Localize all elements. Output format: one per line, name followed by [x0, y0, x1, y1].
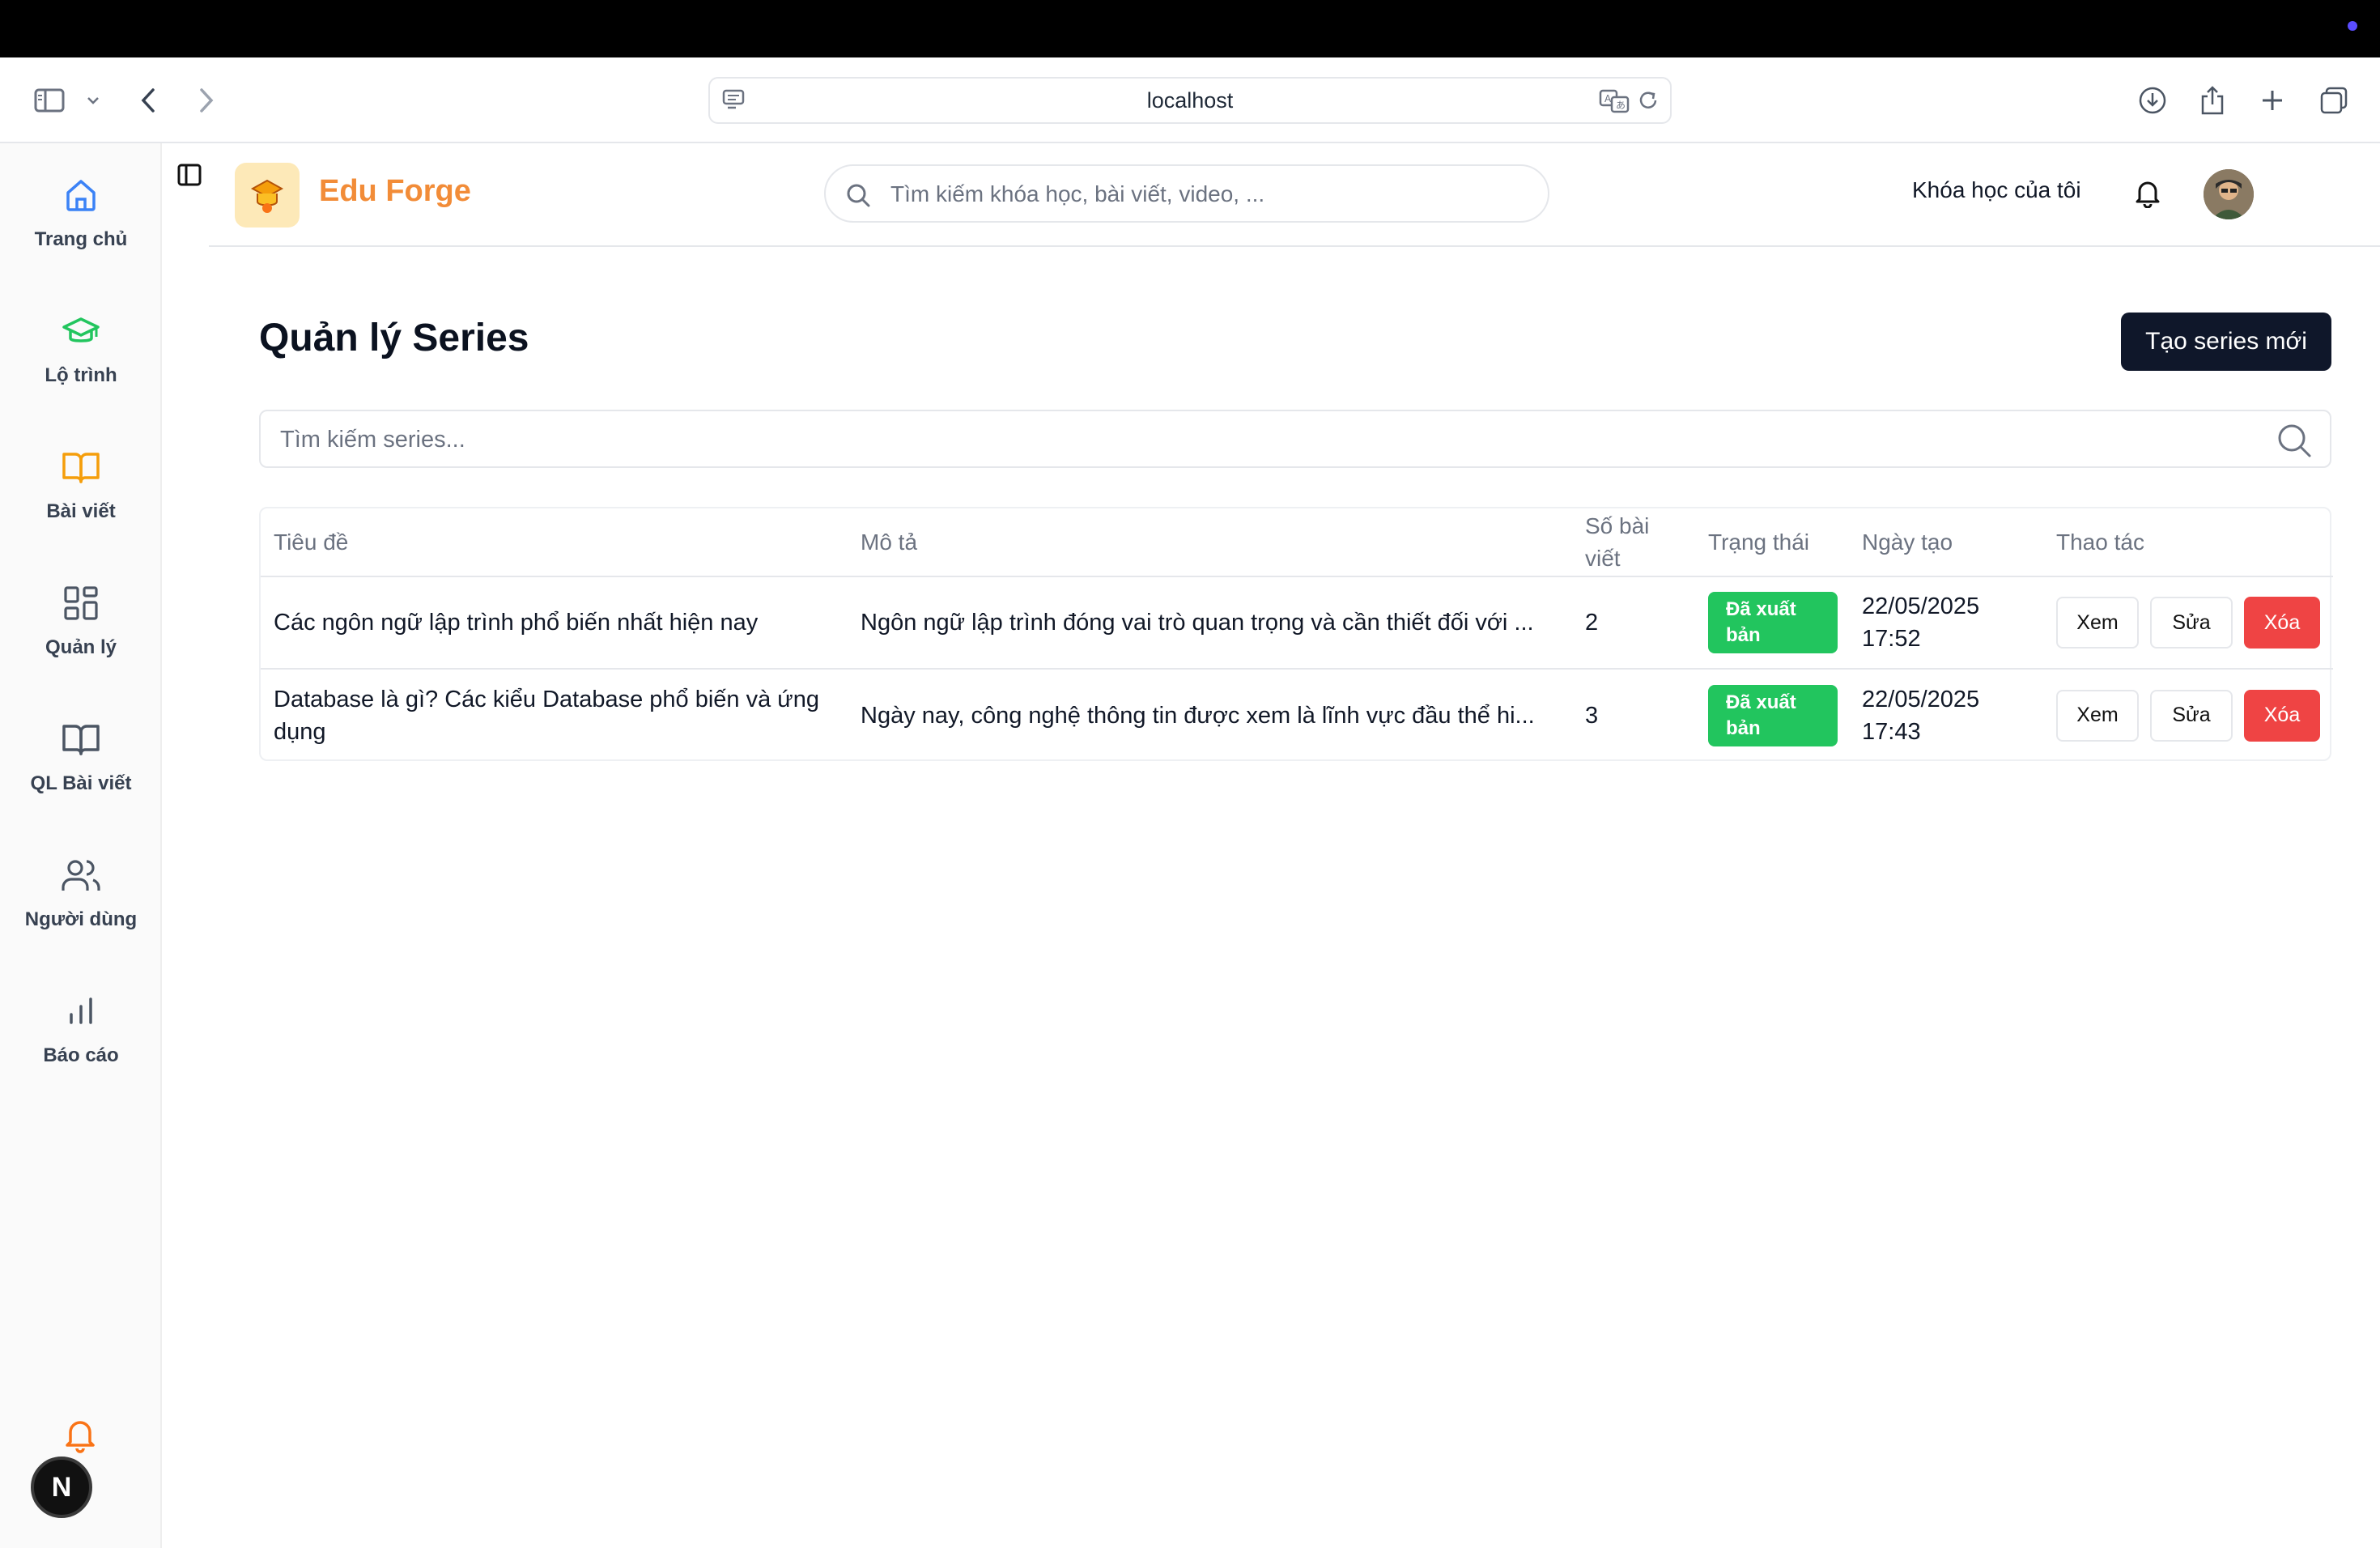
delete-button[interactable]: Xóa: [2244, 597, 2320, 649]
series-description: Ngày nay, công nghệ thông tin được xem l…: [861, 702, 1535, 729]
global-search-input[interactable]: [890, 174, 1522, 215]
status-badge: Đã xuất bản: [1708, 592, 1838, 653]
column-header-description: Mô tả: [848, 508, 1572, 577]
view-button[interactable]: Xem: [2056, 689, 2139, 742]
sidebar-item-home[interactable]: Trang chủ: [0, 173, 162, 287]
search-icon[interactable]: [2276, 423, 2312, 462]
series-table: Tiêu đề Mô tả Số bài viết Trạng thái Ngà…: [259, 507, 2333, 761]
top-header: Edu Forge Khóa học của tôi: [209, 143, 2380, 247]
series-search[interactable]: [259, 410, 2331, 468]
series-title: Các ngôn ngữ lập trình phổ biến nhất hiệ…: [261, 576, 848, 670]
table-row: Database là gì? Các kiểu Database phổ bi…: [261, 669, 2333, 761]
sidebar-item-users[interactable]: Người dùng: [0, 853, 162, 967]
created-date-cell: 22/05/2025 17:43: [1849, 669, 2043, 761]
edit-button[interactable]: Sửa: [2150, 689, 2233, 742]
address-bar[interactable]: localhost Aあ: [708, 77, 1672, 124]
column-header-status: Trạng thái: [1695, 508, 1849, 577]
created-date: 22/05/2025: [1862, 686, 1980, 712]
grid-icon: [59, 581, 103, 625]
forward-icon[interactable]: [185, 79, 228, 122]
notification-icon[interactable]: [2134, 179, 2161, 212]
table-header-row: Tiêu đề Mô tả Số bài viết Trạng thái Ngà…: [261, 508, 2333, 577]
series-description: Ngôn ngữ lập trình đóng vai trò quan trọ…: [848, 576, 1572, 670]
sidebar-toggle-icon[interactable]: [28, 79, 71, 122]
sidebar-item-roadmap[interactable]: Lộ trình: [0, 309, 162, 423]
created-date-cell: 22/05/2025 17:52: [1849, 576, 2043, 670]
chevron-down-icon[interactable]: [73, 79, 113, 122]
delete-button[interactable]: Xóa: [2244, 689, 2320, 742]
global-search[interactable]: [824, 164, 1549, 223]
share-icon[interactable]: [2191, 79, 2234, 122]
book-icon: [59, 717, 103, 761]
status-badge: Đã xuất bản: [1708, 684, 1838, 746]
browser-toolbar: localhost Aあ: [0, 57, 2380, 143]
table-row: Các ngôn ngữ lập trình phổ biến nhất hiệ…: [261, 576, 2333, 670]
reload-icon[interactable]: [1636, 88, 1660, 117]
sidebar-item-label: Trang chủ: [34, 228, 128, 250]
bar-chart-icon: [59, 989, 103, 1033]
sidebar-item-label: Bài viết: [46, 500, 116, 522]
series-search-input[interactable]: [280, 421, 2255, 458]
sidebar-item-label: Lộ trình: [45, 364, 117, 386]
series-title: Database là gì? Các kiểu Database phổ bi…: [274, 686, 819, 745]
book-open-icon: [59, 445, 103, 489]
article-count: 3: [1585, 702, 1599, 729]
status-cell: Đã xuất bản: [1695, 669, 1849, 761]
view-button[interactable]: Xem: [2056, 597, 2139, 649]
menu-bar: [0, 0, 2380, 57]
created-date: 22/05/2025: [1862, 593, 1980, 619]
home-icon: [59, 173, 103, 217]
graduation-cap-icon: [59, 309, 103, 353]
notification-bell-icon[interactable]: [62, 1416, 98, 1457]
page-title: Quản lý Series: [259, 317, 529, 359]
actions-cell: Xem Sửa Xóa: [2043, 669, 2333, 761]
sidebar-item-article-management[interactable]: QL Bài viết: [0, 717, 162, 831]
status-cell: Đã xuất bản: [1695, 576, 1849, 670]
sidebar: Trang chủ Lộ trình Bài viết Quản lý QL B…: [0, 143, 162, 1548]
new-tab-icon[interactable]: [2250, 79, 2294, 122]
column-header-created-date: Ngày tạo: [1849, 508, 2043, 577]
dev-tools-badge[interactable]: N: [31, 1457, 92, 1518]
actions-cell: Xem Sửa Xóa: [2043, 576, 2333, 670]
column-header-article-count: Số bài viết: [1572, 508, 1695, 577]
translate-icon[interactable]: Aあ: [1599, 87, 1630, 117]
status-dot-icon: [2348, 21, 2357, 31]
tab-overview-icon[interactable]: [2312, 79, 2356, 122]
my-courses-link[interactable]: Khóa học của tôi: [1912, 177, 2081, 203]
brand-logo[interactable]: [235, 163, 300, 228]
svg-text:あ: あ: [1616, 100, 1626, 111]
column-header-title: Tiêu đề: [261, 508, 848, 577]
sidebar-item-label: Báo cáo: [43, 1044, 119, 1066]
edit-button[interactable]: Sửa: [2150, 597, 2233, 649]
sidebar-item-management[interactable]: Quản lý: [0, 581, 162, 695]
svg-text:A: A: [1604, 93, 1612, 104]
avatar[interactable]: [2204, 169, 2254, 219]
created-time: 17:52: [1862, 626, 1921, 652]
created-time: 17:43: [1862, 718, 1921, 745]
sidebar-item-articles[interactable]: Bài viết: [0, 445, 162, 559]
search-icon: [845, 182, 871, 212]
article-count: 2: [1572, 576, 1695, 670]
column-header-actions: Thao tác: [2043, 508, 2333, 577]
brand-name[interactable]: Edu Forge: [319, 174, 471, 209]
create-series-button[interactable]: Tạo series mới: [2121, 313, 2331, 371]
users-icon: [59, 853, 103, 897]
panel-toggle-icon[interactable]: [176, 162, 202, 192]
url-text[interactable]: localhost: [710, 79, 1670, 122]
sidebar-item-label: QL Bài viết: [30, 772, 132, 794]
back-icon[interactable]: [126, 79, 170, 122]
download-icon[interactable]: [2131, 79, 2174, 122]
sidebar-item-reports[interactable]: Báo cáo: [0, 989, 162, 1103]
sidebar-item-label: Quản lý: [45, 636, 117, 658]
sidebar-item-label: Người dùng: [24, 908, 138, 930]
